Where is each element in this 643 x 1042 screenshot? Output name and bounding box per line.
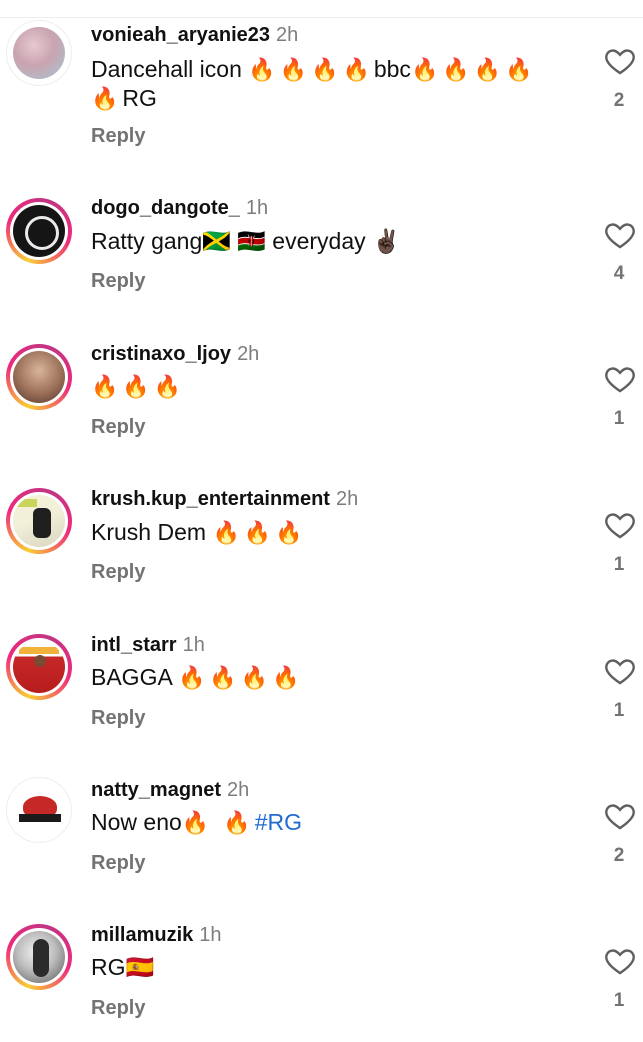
- avatar[interactable]: [6, 198, 72, 264]
- comment-item: natty_magnet 2h Now eno🔥 🔥#RG Reply 2: [0, 757, 643, 897]
- username[interactable]: krush.kup_entertainment: [91, 488, 330, 510]
- avatar[interactable]: [6, 777, 72, 843]
- reply-button[interactable]: Reply: [91, 270, 145, 293]
- comment-item: krush.kup_entertainment 2h Krush Dem 🔥🔥🔥 …: [0, 466, 643, 606]
- timestamp: 1h: [182, 634, 205, 656]
- like-count: 2: [613, 90, 625, 111]
- comment-text: BAGGA 🔥🔥🔥🔥: [91, 664, 304, 690]
- timestamp: 1h: [199, 924, 222, 946]
- username[interactable]: vonieah_aryanie23: [91, 24, 270, 46]
- comment-item: millamuzik 1h RG🇪🇸 Reply 1: [0, 902, 643, 1042]
- timestamp: 1h: [245, 197, 269, 219]
- comment-text: Ratty gang🇯🇲 🇰🇪 everyday ✌🏿: [91, 228, 401, 254]
- heart-icon[interactable]: [603, 799, 637, 833]
- avatar[interactable]: [6, 344, 72, 410]
- hashtag-link[interactable]: #RG: [255, 809, 302, 835]
- avatar[interactable]: [6, 634, 72, 700]
- like-count: 1: [613, 990, 625, 1011]
- flag-emojis: 🇯🇲 🇰🇪: [202, 228, 266, 254]
- reply-button[interactable]: Reply: [91, 561, 145, 584]
- heart-icon[interactable]: [603, 44, 637, 78]
- heart-icon[interactable]: [603, 654, 637, 688]
- heart-icon[interactable]: [603, 218, 637, 252]
- heart-icon[interactable]: [603, 508, 637, 542]
- avatar[interactable]: [6, 924, 72, 990]
- flag-emoji: 🇪🇸: [125, 954, 155, 980]
- avatar[interactable]: [6, 20, 72, 86]
- reply-button[interactable]: Reply: [91, 997, 145, 1020]
- comment-item: cristinaxo_ljoy 2h 🔥🔥🔥 Reply 1: [0, 320, 643, 460]
- reply-button[interactable]: Reply: [91, 852, 145, 875]
- like-count: 4: [613, 263, 625, 284]
- comment-text: Now eno🔥 🔥#RG: [91, 809, 302, 835]
- comment-text: 🔥🔥🔥: [91, 374, 186, 399]
- username[interactable]: natty_magnet: [91, 779, 221, 801]
- timestamp: 2h: [237, 343, 260, 365]
- comment-item: intl_starr 1h BAGGA 🔥🔥🔥🔥 Reply 1: [0, 612, 643, 752]
- reply-button[interactable]: Reply: [91, 707, 145, 730]
- timestamp: 2h: [335, 488, 359, 510]
- comment-item: dogo_dangote_ 1h Ratty gang🇯🇲 🇰🇪 everyday…: [0, 175, 643, 315]
- like-count: 1: [613, 408, 625, 429]
- like-count: 1: [613, 554, 625, 575]
- reply-button[interactable]: Reply: [91, 416, 145, 439]
- comment-text: Krush Dem 🔥🔥🔥: [91, 519, 307, 545]
- like-count: 1: [613, 700, 625, 721]
- comment-item: vonieah_aryanie23 2h Dancehall icon 🔥🔥🔥🔥b…: [0, 0, 643, 147]
- timestamp: 2h: [276, 24, 299, 46]
- comment-text: Dancehall icon 🔥🔥🔥🔥bbc🔥🔥🔥🔥🔥RG: [91, 56, 537, 111]
- heart-icon[interactable]: [603, 944, 637, 978]
- reply-button[interactable]: Reply: [91, 125, 145, 148]
- timestamp: 2h: [227, 779, 250, 801]
- username[interactable]: millamuzik: [91, 924, 193, 946]
- avatar[interactable]: [6, 488, 72, 554]
- like-count: 2: [613, 845, 625, 866]
- username[interactable]: dogo_dangote_: [91, 197, 240, 219]
- username[interactable]: cristinaxo_ljoy: [91, 343, 231, 365]
- username[interactable]: intl_starr: [91, 634, 177, 656]
- comment-text: RG🇪🇸: [91, 954, 155, 980]
- heart-icon[interactable]: [603, 362, 637, 396]
